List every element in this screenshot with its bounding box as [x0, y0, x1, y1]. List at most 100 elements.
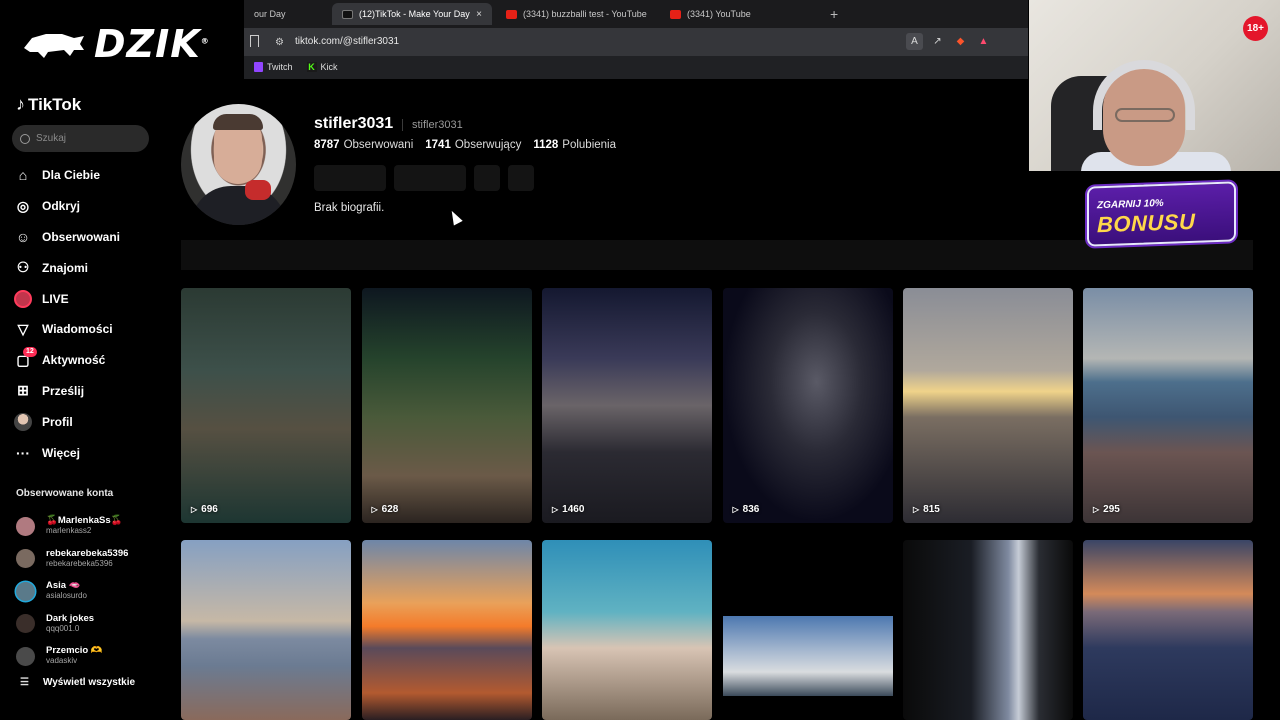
youtube-favicon-icon	[506, 9, 517, 19]
follow-button-placeholder[interactable]	[314, 165, 386, 191]
account-name: Dark jokes	[46, 612, 95, 624]
view-count-value: 815	[923, 504, 940, 515]
message-button-placeholder[interactable]	[394, 165, 466, 191]
avatar-jacket	[191, 186, 286, 225]
account-name: 🍒MarlenkaSs🍒	[46, 515, 123, 527]
followed-account[interactable]: Przemcio 🫶 vadaskiv	[16, 640, 166, 673]
video-card[interactable]	[903, 540, 1073, 720]
tiktok-logo[interactable]: ♪ TikTok	[16, 94, 81, 115]
search-icon[interactable]	[20, 133, 30, 144]
followed-account[interactable]: Asia 🫦 asialosurdo	[16, 575, 166, 608]
sidebar-item-friends[interactable]: ⚇ Znajomi	[14, 252, 164, 283]
avatar	[16, 516, 35, 536]
followed-account-text: Dark jokes qqq001.0	[46, 612, 95, 634]
video-card[interactable]	[181, 540, 351, 720]
glasses-icon	[1115, 108, 1175, 122]
video-card[interactable]: ▷ 1460	[542, 288, 712, 523]
view-count-value: 696	[201, 504, 218, 515]
sidebar-item-label: Aktywność	[42, 353, 106, 368]
bookmark-twitch[interactable]: Twitch	[254, 62, 293, 72]
following-stat[interactable]: 8787 Obserwowani	[314, 139, 413, 151]
profile-avatar[interactable]	[181, 104, 296, 225]
bookmark-icon[interactable]	[250, 35, 259, 47]
sidebar-item-profile[interactable]: Profil	[14, 406, 164, 437]
play-icon: ▷	[191, 505, 198, 514]
sidebar-item-live[interactable]: LIVE	[14, 283, 164, 314]
boar-icon	[24, 34, 84, 58]
browser-tab[interactable]: (3341) YouTube	[660, 3, 820, 25]
likes-count: 1128	[533, 139, 559, 151]
video-card[interactable]: ▷ 628	[361, 288, 532, 523]
translate-icon[interactable]: A	[906, 33, 923, 50]
account-username: asialosurdo	[46, 591, 87, 601]
address-bar-actions: A ↗ ◆ ▲	[906, 33, 992, 50]
address-bar[interactable]: tiktok.com/@stifler3031	[295, 36, 399, 47]
followed-account[interactable]: rebekarebeka5396 rebekarebeka5396	[16, 543, 166, 576]
profile-stats: 8787 Obserwowani 1741 Obserwujący 1128 Polu…	[314, 139, 616, 151]
view-count-value: 836	[742, 504, 760, 515]
view-count-value: 1460	[562, 504, 585, 515]
sidebar-item-more[interactable]: ··· Więcej	[14, 437, 164, 468]
site-settings-icon[interactable]: ⚙	[275, 37, 284, 48]
play-icon: ▷	[732, 505, 739, 514]
view-count: ▷ 815	[913, 504, 940, 515]
tab-strip: our Day (12)TikTok - Make Your Day × (33…	[244, 0, 1028, 28]
account-name: Przemcio 🫶	[46, 645, 103, 657]
sidebar-item-label: Profil	[42, 414, 73, 429]
view-count: ▷ 628	[372, 504, 399, 515]
view-count: ▷ 836	[733, 504, 760, 515]
play-icon: ▷	[913, 505, 920, 514]
browser-tab-active[interactable]: (12)TikTok - Make Your Day ×	[332, 3, 492, 25]
following-icon: ☺	[15, 228, 31, 245]
video-card[interactable]	[542, 540, 712, 720]
brave-shield-icon[interactable]: ◆	[952, 33, 969, 50]
brave-rewards-icon[interactable]: ▲	[975, 33, 992, 50]
tab-label: our Day	[254, 9, 286, 19]
video-card[interactable]: ▷ 836	[722, 288, 893, 523]
sidebar-item-label: Więcej	[42, 445, 80, 460]
followed-accounts-list: 🍒MarlenkaSs🍒 marlenkass2 rebekarebeka539…	[16, 510, 166, 673]
video-card[interactable]	[361, 540, 532, 720]
sidebar-item-messages[interactable]: ▽ Wiadomości	[14, 314, 164, 345]
followed-accounts-title: Obserwowane konta	[16, 488, 114, 499]
browser-tab[interactable]: our Day	[244, 3, 324, 25]
view-count: ▷ 1460	[552, 504, 584, 515]
tiktok-note-icon: ♪	[16, 94, 25, 114]
tab-label: (3341) YouTube	[687, 9, 751, 19]
video-card[interactable]	[1083, 540, 1253, 720]
followed-account-text: 🍒MarlenkaSs🍒 marlenkass2	[46, 516, 122, 536]
sidebar-item-following[interactable]: ☺ Obserwowani	[14, 222, 164, 253]
video-card[interactable]: ▷ 815	[903, 288, 1073, 523]
sidebar-item-explore[interactable]: ◎ Odkryj	[14, 191, 164, 222]
followers-stat[interactable]: 1741 Obserwujący	[425, 139, 521, 151]
share-icon[interactable]: ↗	[929, 33, 946, 50]
close-tab-icon[interactable]: ×	[476, 9, 482, 20]
share-button-placeholder[interactable]	[508, 165, 534, 191]
tiktok-favicon-icon	[342, 9, 353, 19]
show-all-button[interactable]: ☰ Wyświetl wszystkie	[20, 677, 135, 688]
age-rating-badge: 18+	[1243, 16, 1268, 41]
browser-tab[interactable]: (3341) buzzballi test - YouTube	[496, 3, 656, 25]
new-tab-button[interactable]: +	[830, 6, 838, 22]
video-card[interactable]	[722, 540, 893, 720]
likes-stat: 1128 Polubienia	[533, 139, 616, 151]
sidebar-item-activity[interactable]: ▢ 12 Aktywność	[14, 345, 164, 376]
video-card[interactable]: ▷ 696	[181, 288, 351, 523]
profile-avatar-icon	[14, 412, 32, 431]
bookmark-kick[interactable]: K Kick	[306, 62, 338, 72]
more-icon: ···	[16, 444, 30, 461]
stream-logo-text: DZIK®	[94, 22, 210, 66]
followed-account[interactable]: 🍒MarlenkaSs🍒 marlenkass2	[16, 510, 166, 543]
address-bar-row: ⚙ tiktok.com/@stifler3031 A ↗ ◆ ▲	[244, 28, 1028, 56]
compass-icon: ◎	[16, 197, 30, 214]
notification-badge: 12	[23, 346, 37, 357]
followed-account[interactable]: Dark jokes qqq001.0	[16, 608, 166, 641]
bonus-main-text: BONUSU	[1097, 208, 1196, 238]
sidebar-item-upload[interactable]: ⊞ Prześlij	[14, 376, 164, 407]
avatar-hair	[213, 114, 263, 130]
sidebar-item-for-you[interactable]: ⌂ Dla Ciebie	[14, 160, 164, 191]
search-input[interactable]	[36, 133, 136, 144]
video-card[interactable]: ▷ 295	[1083, 288, 1253, 523]
add-friend-button-placeholder[interactable]	[474, 165, 500, 191]
followed-account-text: Przemcio 🫶 vadaskiv	[46, 646, 103, 666]
